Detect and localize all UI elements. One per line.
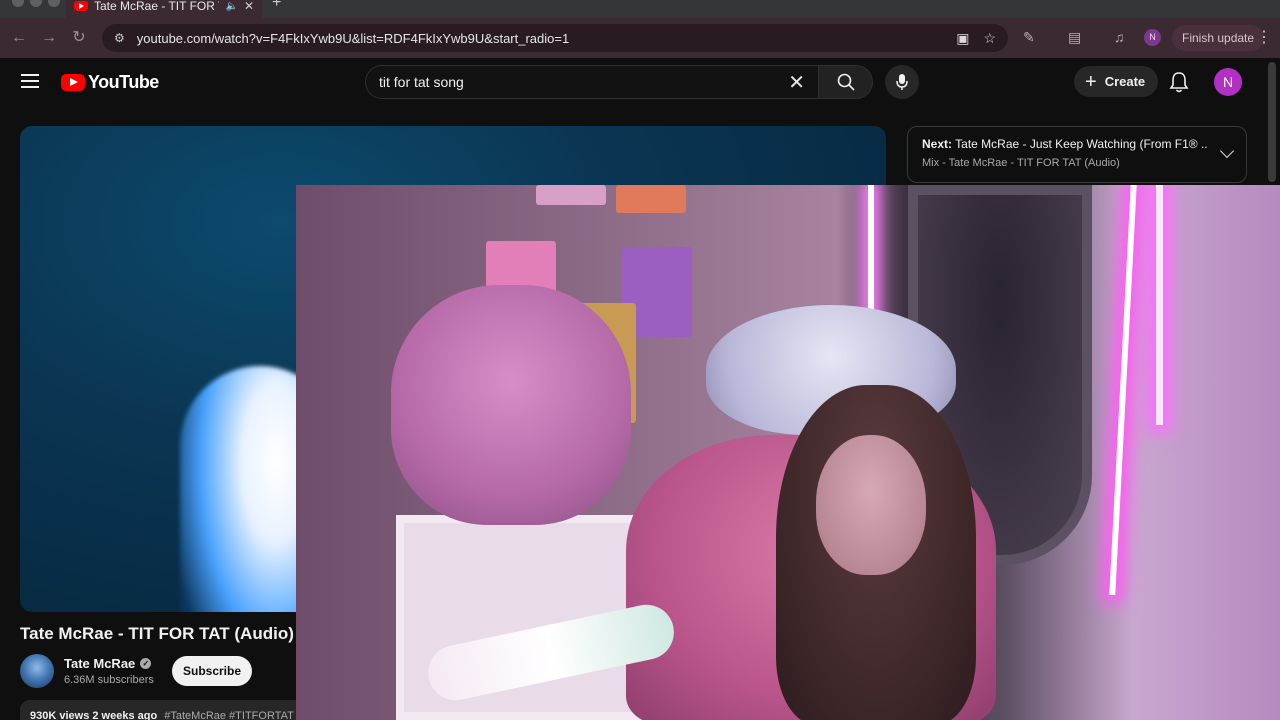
webcam-overlay-image xyxy=(296,185,1280,720)
search-icon xyxy=(837,73,855,91)
description-box[interactable]: 930K views 2 weeks ago #TateMcRae #TITFO… xyxy=(20,700,320,720)
browser-tab-active[interactable]: Tate McRae - TIT FOR TAT 🔈 ✕ xyxy=(66,0,262,18)
chevron-down-icon[interactable] xyxy=(1219,143,1235,159)
account-avatar[interactable]: N xyxy=(1214,68,1242,96)
up-next-title: Tate McRae - Just Keep Watching (From F1… xyxy=(955,137,1207,151)
channel-name[interactable]: Tate McRae ✓ xyxy=(64,656,152,671)
youtube-logo[interactable]: YouTube xyxy=(61,72,159,93)
create-button[interactable]: + Create xyxy=(1074,66,1159,97)
page-scrollbar[interactable] xyxy=(1268,62,1276,182)
up-next-playlist: Mix - Tate McRae - TIT FOR TAT (Audio) xyxy=(922,157,1120,169)
media-controls-icon[interactable]: ♫ xyxy=(1114,29,1125,45)
youtube-favicon-icon xyxy=(74,1,88,11)
notifications-bell-icon[interactable] xyxy=(1168,70,1190,94)
site-info-icon[interactable]: ⚙ xyxy=(114,31,125,45)
voice-search-button[interactable] xyxy=(885,65,919,99)
channel-avatar[interactable] xyxy=(20,654,54,688)
back-icon[interactable]: ← xyxy=(8,27,30,49)
subscriber-count: 6.36M subscribers xyxy=(64,674,154,686)
tab-title: Tate McRae - TIT FOR TAT xyxy=(94,0,219,13)
video-title: Tate McRae - TIT FOR TAT (Audio) xyxy=(20,624,294,643)
window-zoom-dot[interactable] xyxy=(48,0,60,7)
browser-profile-avatar[interactable]: N xyxy=(1144,29,1161,46)
address-url[interactable]: youtube.com/watch?v=F4FkIxYwb9U&list=RDF… xyxy=(137,31,942,46)
led-strip-2 xyxy=(1109,185,1137,595)
bookmark-star-icon[interactable]: ☆ xyxy=(983,30,996,47)
finish-update-button[interactable]: Finish update xyxy=(1172,25,1265,51)
channel-name-text[interactable]: Tate McRae xyxy=(64,656,135,671)
youtube-play-icon xyxy=(61,74,85,91)
video-views-date: 930K views 2 weeks ago xyxy=(30,710,158,720)
reload-icon[interactable]: ↻ xyxy=(68,27,90,49)
search-input[interactable]: tit for tat song ✕ xyxy=(365,65,819,99)
address-bar[interactable]: ⚙ youtube.com/watch?v=F4FkIxYwb9U&list=R… xyxy=(102,24,1008,52)
person-face xyxy=(816,435,926,575)
tab-close-icon[interactable]: ✕ xyxy=(244,0,254,13)
speaker-icon[interactable]: 🔈 xyxy=(225,1,237,12)
poster-2 xyxy=(616,185,686,213)
extensions-icon[interactable]: ✎ xyxy=(1023,29,1035,46)
install-app-icon[interactable]: ▣ xyxy=(956,30,969,47)
browser-menu-icon[interactable]: ⋮ xyxy=(1256,27,1272,47)
create-label: Create xyxy=(1104,74,1146,89)
new-tab-icon[interactable]: + xyxy=(272,0,281,12)
clear-search-icon[interactable]: ✕ xyxy=(788,70,805,95)
up-next-panel[interactable]: Next: Tate McRae - Just Keep Watching (F… xyxy=(907,126,1247,183)
forward-icon[interactable]: → xyxy=(38,27,60,49)
poster-1 xyxy=(536,185,606,205)
led-strip-3 xyxy=(1156,185,1163,425)
verified-check-icon: ✓ xyxy=(140,658,152,669)
plus-icon: + xyxy=(1085,70,1097,93)
browser-tab-strip: Tate McRae - TIT FOR TAT 🔈 ✕ + xyxy=(0,0,1280,18)
guide-menu-icon[interactable] xyxy=(21,74,39,88)
search-bar: tit for tat song ✕ xyxy=(365,65,873,99)
up-next-title-line: Next: Tate McRae - Just Keep Watching (F… xyxy=(922,137,1207,151)
video-hashtags: #TateMcRae #TITFORTAT xyxy=(164,710,294,720)
browser-toolbar: ← → ↻ ⚙ youtube.com/watch?v=F4FkIxYwb9U&… xyxy=(0,18,1280,58)
microphone-icon xyxy=(896,74,908,90)
youtube-logo-text: YouTube xyxy=(88,72,159,92)
search-query[interactable]: tit for tat song xyxy=(379,74,788,90)
cast-icon[interactable]: ▤ xyxy=(1068,29,1081,46)
search-button[interactable] xyxy=(819,65,873,99)
up-next-prefix: Next: xyxy=(922,137,953,151)
window-close-dot[interactable] xyxy=(12,0,24,7)
pink-plush-toy xyxy=(391,285,631,525)
youtube-masthead: YouTube tit for tat song ✕ + Create N xyxy=(0,58,1280,108)
subscribe-button[interactable]: Subscribe xyxy=(172,656,252,686)
window-minimize-dot[interactable] xyxy=(30,0,42,7)
